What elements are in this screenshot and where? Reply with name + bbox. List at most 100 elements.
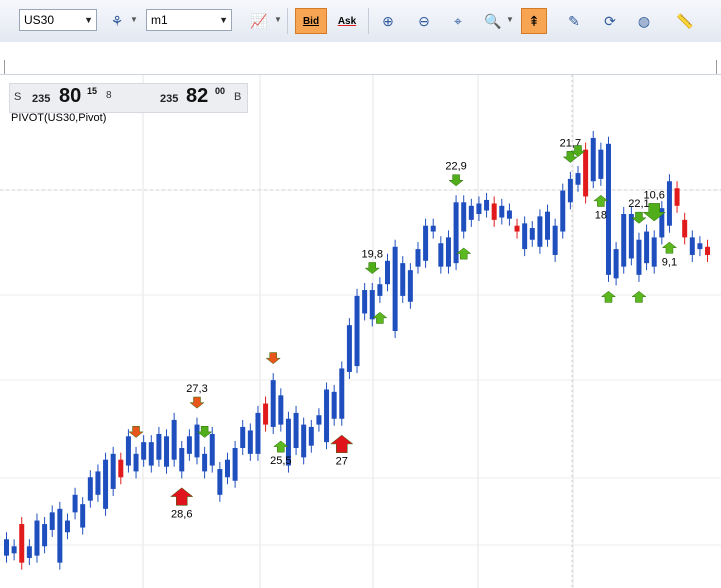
candle-body bbox=[179, 448, 185, 472]
indicators-button[interactable]: 📈 bbox=[246, 8, 272, 34]
candle-body bbox=[339, 368, 345, 419]
candle-body bbox=[217, 469, 223, 495]
chart-header-bar bbox=[0, 42, 721, 75]
candle-body bbox=[263, 403, 269, 425]
candle-body bbox=[385, 260, 390, 285]
candle-body bbox=[64, 520, 70, 533]
candle-body bbox=[651, 237, 657, 267]
candle-body bbox=[682, 219, 688, 238]
candle-body bbox=[430, 225, 436, 232]
candle-body bbox=[255, 412, 261, 454]
chart-type-button[interactable]: ⚘ bbox=[104, 8, 130, 34]
candle-body bbox=[484, 199, 490, 211]
chevron-down-icon: ▼ bbox=[84, 15, 93, 25]
magnifier-icon: 🔍 bbox=[484, 12, 502, 29]
cursor-button[interactable]: ⌖ bbox=[445, 8, 471, 34]
ruler-icon: 📏 bbox=[676, 12, 694, 29]
refresh-button[interactable]: ⟳ bbox=[597, 8, 623, 34]
buy-label[interactable]: B bbox=[234, 91, 241, 103]
sell-label[interactable]: S bbox=[14, 91, 21, 103]
symbol-select[interactable]: US30 ▼ bbox=[19, 9, 97, 31]
candle-body bbox=[194, 424, 200, 458]
chevron-down-icon[interactable]: ▼ bbox=[274, 15, 282, 24]
candle-body bbox=[369, 290, 375, 320]
candle-body bbox=[4, 539, 9, 556]
candle-body bbox=[103, 459, 109, 509]
bid-button[interactable]: Bid bbox=[295, 8, 327, 34]
sell-sup[interactable]: 15 bbox=[87, 86, 97, 96]
globe-button[interactable]: ◍ bbox=[631, 8, 657, 34]
candle-body bbox=[689, 237, 695, 255]
spread-value: 8 bbox=[106, 90, 112, 101]
candle-body bbox=[697, 243, 703, 250]
candle-body bbox=[438, 243, 444, 267]
pivot-up-arrow-icon bbox=[455, 247, 472, 260]
price-chart[interactable]: 28,627,325,5 2719,822,921,71822,110,69,1 bbox=[0, 75, 721, 588]
chevron-down-icon[interactable]: ▼ bbox=[130, 15, 138, 24]
candle-body bbox=[400, 263, 406, 296]
buy-prefix[interactable]: 235 bbox=[160, 93, 178, 105]
candles-icon: ⚘ bbox=[110, 12, 124, 29]
candle-body bbox=[644, 231, 650, 264]
pivot-label: 28,6 bbox=[171, 508, 192, 520]
right-axis-tick bbox=[716, 60, 717, 74]
candle-body bbox=[537, 216, 543, 247]
candle-body bbox=[476, 203, 482, 214]
pivot-up-arrow-icon bbox=[631, 290, 647, 303]
refresh-icon: ⟳ bbox=[604, 12, 616, 29]
sell-price[interactable]: 80 bbox=[59, 85, 81, 108]
candle-body bbox=[468, 205, 474, 220]
buy-sup[interactable]: 00 bbox=[215, 86, 225, 96]
candle-body bbox=[522, 223, 528, 250]
candle-body bbox=[148, 442, 154, 466]
candle-body bbox=[575, 173, 581, 185]
pivot-down-arrow-icon bbox=[128, 426, 144, 438]
quote-panel: S 235 80 15 8 235 82 00 B bbox=[9, 83, 248, 113]
zoom-out-button[interactable]: ⊖ bbox=[411, 8, 437, 34]
candle-body bbox=[247, 430, 253, 454]
pivot-up-arrow-icon bbox=[600, 290, 617, 303]
candle-body bbox=[331, 391, 337, 419]
candle-body bbox=[666, 181, 672, 226]
pivot-label: 22,9 bbox=[445, 161, 466, 173]
autoscroll-button[interactable]: ⇞ bbox=[521, 8, 547, 34]
sell-prefix[interactable]: 235 bbox=[32, 93, 50, 105]
candle-body bbox=[346, 325, 352, 372]
candle-body bbox=[156, 433, 162, 460]
pivot-up-arrow-icon bbox=[661, 241, 678, 254]
toolbar-divider bbox=[287, 8, 288, 34]
zoom-area-button[interactable]: 🔍 bbox=[480, 8, 506, 34]
ruler-button[interactable]: 📏 bbox=[672, 8, 698, 34]
candle-body bbox=[583, 149, 589, 197]
pivot-up-arrow-icon bbox=[372, 311, 388, 324]
zoom-in-button[interactable]: ⊕ bbox=[375, 8, 401, 34]
pivot-up-arrow-icon bbox=[273, 440, 289, 453]
candle-body bbox=[567, 178, 573, 203]
pivot-down-arrow-icon bbox=[196, 426, 213, 438]
pivot-label: 27,3 bbox=[186, 383, 207, 395]
candle-body bbox=[270, 380, 276, 427]
timeframe-select[interactable]: m1 ▼ bbox=[146, 9, 232, 31]
chevron-down-icon[interactable]: ▼ bbox=[506, 15, 514, 24]
pivot-label: 25,5 bbox=[270, 455, 291, 467]
pivot-up-arrow-icon bbox=[593, 194, 609, 207]
candle-body bbox=[324, 389, 330, 443]
candle-body bbox=[491, 203, 497, 220]
candle-body bbox=[636, 239, 642, 275]
ask-button[interactable]: Ask bbox=[332, 8, 362, 34]
ask-label: Ask bbox=[337, 15, 357, 27]
pivot-up-arrow-icon bbox=[170, 487, 194, 506]
properties-button[interactable]: ✎ bbox=[561, 8, 587, 34]
globe-icon: ◍ bbox=[637, 12, 651, 29]
candle-body bbox=[506, 210, 512, 219]
pivot-label: 19,8 bbox=[362, 248, 383, 260]
buy-price[interactable]: 82 bbox=[186, 85, 208, 108]
candle-body bbox=[232, 448, 238, 481]
cursor-icon: ⌖ bbox=[454, 12, 462, 29]
candle-body bbox=[545, 211, 551, 240]
candle-body bbox=[95, 471, 101, 495]
pivot-label: 10,6 bbox=[643, 189, 664, 201]
candle-body bbox=[354, 295, 360, 367]
candle-body bbox=[118, 459, 124, 478]
symbol-value: US30 bbox=[24, 13, 55, 27]
